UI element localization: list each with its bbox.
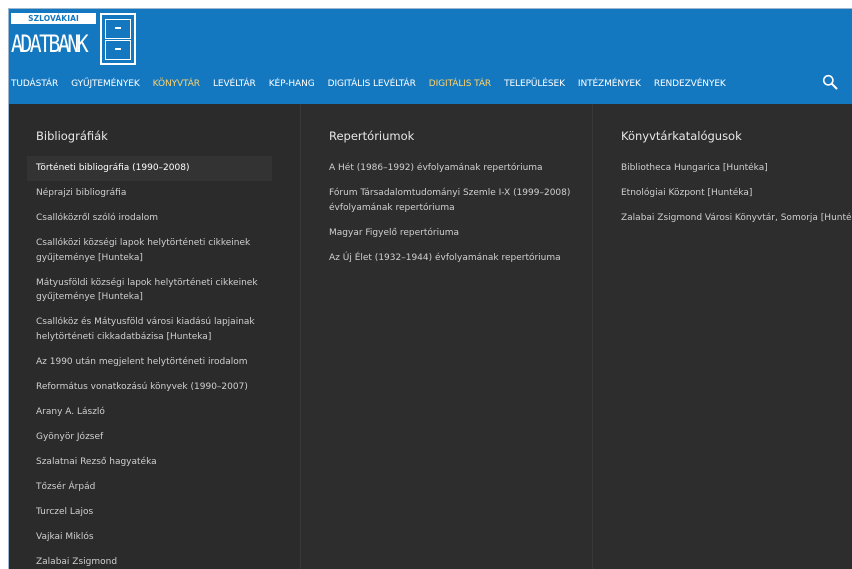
catalogues-list: Bibliotheca Hungarica [Huntéka] Etnológi… bbox=[621, 161, 852, 236]
nav-rendezvenyek[interactable]: RENDEZVÉNYEK bbox=[654, 77, 726, 91]
menu-item-bibliotheca-hungarica[interactable]: Bibliotheca Hungarica [Huntéka] bbox=[621, 161, 852, 176]
repertories-column: Repertóriumok A Hét (1986–1992) évfolyam… bbox=[301, 104, 593, 569]
menu-item-zalabai-konyvtar[interactable]: Zalabai Zsigmond Városi Könyvtár, Somorj… bbox=[621, 211, 852, 226]
catalogues-heading: Könyvtárkatalógusok bbox=[621, 129, 742, 143]
menu-item-matyusfoldi-lapok[interactable]: Mátyusföldi községi lapok helytörténeti … bbox=[27, 276, 272, 305]
bibliographies-heading: Bibliográfiák bbox=[36, 129, 108, 143]
menu-item-gyonyor-jozsef[interactable]: Gyönyör József bbox=[27, 430, 272, 445]
menu-item-magyar-figyelo[interactable]: Magyar Figyelő repertóriuma bbox=[329, 226, 574, 241]
nav-leveltar[interactable]: LEVÉLTÁR bbox=[213, 77, 256, 91]
menu-item-forum[interactable]: Fórum Társadalomtudományi Szemle I-X (19… bbox=[329, 186, 574, 215]
bibliographies-column: Bibliográfiák Történeti bibliográfia (19… bbox=[9, 104, 301, 569]
menu-item-reformatus[interactable]: Református vonatkozású könyvek (1990–200… bbox=[27, 380, 272, 395]
menu-item-szalatnai-rezso[interactable]: Szalatnai Rezső hagyatéka bbox=[27, 455, 272, 470]
site-logo[interactable]: SZLOVÁKIAI MAGYAR ADATBANK bbox=[11, 13, 136, 65]
bibliographies-list: Történeti bibliográfia (1990–2008) Népra… bbox=[27, 156, 272, 569]
nav-kep-hang[interactable]: KÉP-HANG bbox=[269, 77, 315, 91]
menu-item-tozser-arpad[interactable]: Tőzsér Árpád bbox=[27, 480, 272, 495]
nav-digitalis-leveltar[interactable]: DIGITÁLIS LEVÉLTÁR bbox=[328, 77, 416, 91]
nav-tudastar[interactable]: TUDÁSTÁR bbox=[11, 77, 58, 91]
menu-item-neprajzi-bibliografia[interactable]: Néprajzi bibliográfia bbox=[27, 186, 272, 201]
nav-digitalis-tar[interactable]: DIGITÁLIS TÁR bbox=[429, 77, 491, 91]
menu-item-csallokoz-matyusfold[interactable]: Csallóköz és Mátyusföld városi kiadású l… bbox=[27, 315, 272, 344]
mega-menu: Bibliográfiák Történeti bibliográfia (19… bbox=[9, 104, 852, 569]
nav-konyvtar[interactable]: KÖNYVTÁR bbox=[153, 77, 200, 91]
menu-item-csallokozrol[interactable]: Csallóközről szóló irodalom bbox=[27, 211, 272, 226]
menu-item-turczel-lajos[interactable]: Turczel Lajos bbox=[27, 505, 272, 520]
menu-item-vajkai-miklos[interactable]: Vajkai Miklós bbox=[27, 530, 272, 545]
menu-item-arany-a-laszlo[interactable]: Arany A. László bbox=[27, 405, 272, 420]
menu-item-tortenti-bibliografia[interactable]: Történeti bibliográfia (1990–2008) bbox=[27, 156, 272, 181]
site-header: SZLOVÁKIAI MAGYAR ADATBANK TUDÁSTÁR GYŰJ… bbox=[9, 9, 852, 104]
main-nav: TUDÁSTÁR GYŰJTEMÉNYEK KÖNYVTÁR LEVÉLTÁR … bbox=[11, 77, 726, 91]
menu-item-etnologiai-kozpont[interactable]: Etnológiai Központ [Huntéka] bbox=[621, 186, 852, 201]
page-frame: SZLOVÁKIAI MAGYAR ADATBANK TUDÁSTÁR GYŰJ… bbox=[8, 8, 852, 569]
nav-telepulesek[interactable]: TELEPÜLÉSEK bbox=[504, 77, 565, 91]
menu-item-csallokozi-lapok[interactable]: Csallóközi községi lapok helytörténeti c… bbox=[27, 236, 272, 265]
search-icon[interactable] bbox=[822, 74, 838, 90]
repertories-heading: Repertóriumok bbox=[329, 129, 415, 143]
menu-item-zalabai-zsigmond[interactable]: Zalabai Zsigmond bbox=[27, 555, 272, 569]
menu-item-1990-utan[interactable]: Az 1990 után megjelent helytörténeti iro… bbox=[27, 355, 272, 370]
nav-intezmenyek[interactable]: INTÉZMÉNYEK bbox=[578, 77, 641, 91]
catalogues-column: Könyvtárkatalógusok Bibliotheca Hungaric… bbox=[593, 104, 852, 569]
nav-gyujtemenyek[interactable]: GYŰJTEMÉNYEK bbox=[71, 77, 140, 91]
filing-cabinet-icon bbox=[100, 13, 136, 65]
repertories-list: A Hét (1986–1992) évfolyamának repertóri… bbox=[329, 161, 574, 276]
menu-item-uj-elet[interactable]: Az Új Élet (1932–1944) évfolyamának repe… bbox=[329, 251, 574, 266]
logo-wordmark: ADATBANK bbox=[11, 30, 89, 58]
menu-item-a-het[interactable]: A Hét (1986–1992) évfolyamának repertóri… bbox=[329, 161, 574, 176]
